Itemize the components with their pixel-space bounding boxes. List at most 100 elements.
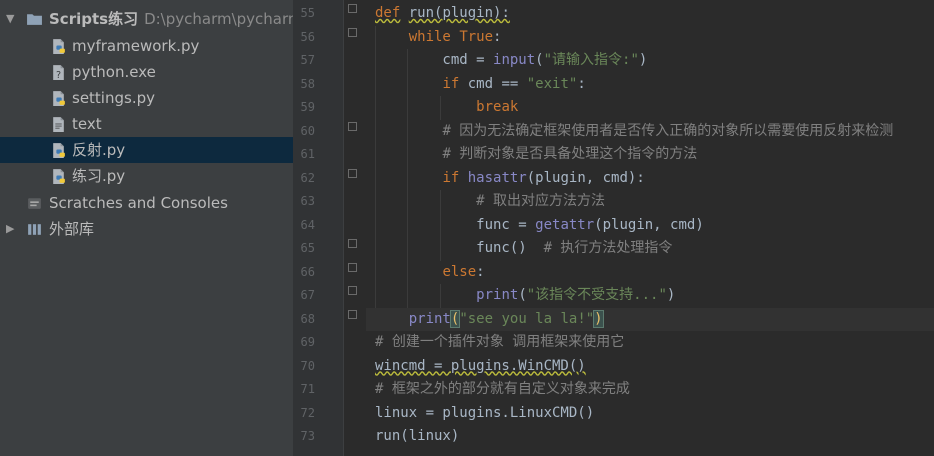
file-name: 反射.py: [72, 141, 126, 159]
code-token: def: [375, 5, 401, 21]
line-number: 71: [300, 382, 315, 396]
code-line[interactable]: break: [375, 96, 518, 120]
code-line[interactable]: linux = plugins.LinuxCMD(): [375, 402, 594, 426]
tree-file-item[interactable]: ? python.exe: [0, 59, 293, 85]
tree-item-scratches[interactable]: Scratches and Consoles: [0, 190, 293, 216]
code-token: func =: [375, 216, 536, 233]
code-line[interactable]: def run(plugin):: [375, 2, 510, 26]
fold-marker-icon[interactable]: [348, 121, 357, 131]
code-token: # 框架之外的部分就有自定义对象来完成: [375, 381, 630, 397]
code-line[interactable]: if hasattr(plugin, cmd):: [375, 167, 645, 191]
code-token: # 取出对应方法方法: [476, 193, 606, 209]
code-line[interactable]: # 因为无法确定框架使用者是否传入正确的对象所以需要使用反射来检测: [375, 120, 893, 144]
code-token: (plugin, cmd):: [526, 169, 645, 186]
project-tree[interactable]: ▼ Scripts练习 D:\pycharm\pycharmw myframewo…: [0, 0, 293, 456]
code-token: getattr: [535, 216, 595, 233]
code-token: hasattr: [467, 169, 527, 186]
code-token: wincmd = plugins.WinCMD(): [375, 357, 586, 374]
code-line[interactable]: # 取出对应方法方法: [375, 190, 605, 214]
line-number: 70: [300, 358, 315, 373]
code-line[interactable]: run(linux): [375, 425, 459, 449]
fold-marker-icon[interactable]: [348, 286, 357, 295]
python-file-icon: [53, 169, 65, 184]
code-token: input: [493, 52, 536, 68]
fold-marker-icon[interactable]: [348, 262, 357, 272]
line-number: 55: [300, 6, 315, 20]
line-number-gutter: 55 56 57 58 59 60 61 62 63 64 65 66 67 68 69 70 71 72 73: [293, 0, 344, 456]
code-line[interactable]: cmd = input("请输入指令:"): [375, 49, 647, 73]
code-line[interactable]: print("see you la la!"): [366, 307, 934, 331]
code-line[interactable]: if cmd == "exit":: [375, 73, 585, 97]
line-number: 58: [300, 76, 315, 91]
code-token: # 判断对象是否具备处理这个指令的方法: [442, 146, 698, 162]
fold-marker-icon[interactable]: [348, 4, 357, 13]
expand-arrow-icon[interactable]: ▼: [6, 6, 14, 32]
file-name: 练习.py: [72, 167, 126, 185]
code-token: run(plugin):: [408, 5, 510, 21]
code-line[interactable]: # 创建一个插件对象 调用框架来使用它: [375, 331, 624, 355]
code-token: (plugin, cmd): [594, 216, 704, 233]
fold-marker-icon[interactable]: [348, 27, 357, 37]
code-token: cmd ==: [459, 75, 527, 92]
unknown-file-icon: ?: [53, 65, 64, 81]
code-line[interactable]: while True:: [375, 26, 502, 50]
line-number: 61: [300, 147, 315, 161]
code-line[interactable]: func() # 执行方法处理指令: [375, 237, 672, 261]
tree-file-item[interactable]: myframework.py: [0, 33, 293, 59]
code-line[interactable]: print("该指令不受支持..."): [375, 284, 675, 308]
code-token: # 创建一个插件对象 调用框架来使用它: [375, 334, 625, 350]
code-line[interactable]: else:: [375, 261, 484, 285]
expand-arrow-icon[interactable]: ▶: [6, 216, 14, 242]
tree-file-item[interactable]: 练习.py: [0, 163, 293, 189]
python-file-icon: [53, 39, 65, 54]
code-token: ): [638, 52, 648, 68]
code-line[interactable]: # 判断对象是否具备处理这个指令的方法: [375, 143, 697, 167]
code-editor[interactable]: def run(plugin): while True: cmd = input…: [366, 0, 934, 456]
tree-file-item[interactable]: 反射.py: [0, 137, 293, 163]
code-token: "该指令不受支持...": [526, 287, 667, 303]
code-token: print: [408, 310, 451, 327]
code-token: else: [442, 263, 477, 280]
line-number: 67: [300, 288, 315, 302]
file-name: text: [72, 115, 102, 133]
code-line[interactable]: # 框架之外的部分就有自定义对象来完成: [375, 378, 630, 402]
fold-marker-icon[interactable]: [348, 168, 357, 178]
line-number: 63: [300, 194, 315, 208]
tree-file-item[interactable]: text: [0, 111, 293, 137]
code-token: run(linux): [375, 428, 460, 444]
tree-item-external-libs[interactable]: ▶ 外部库: [0, 216, 293, 242]
code-line[interactable]: wincmd = plugins.WinCMD(): [375, 355, 586, 379]
fold-marker-icon[interactable]: [348, 239, 357, 248]
code-token: "请输入指令:": [543, 52, 639, 68]
file-name: python.exe: [72, 63, 156, 81]
code-token: cmd =: [375, 52, 494, 68]
folder-icon: [27, 14, 42, 25]
project-name: Scripts练习: [49, 10, 139, 28]
tree-file-item[interactable]: settings.py: [0, 85, 293, 111]
svg-text:?: ?: [56, 70, 61, 81]
line-number: 73: [300, 429, 315, 443]
external-libs-label: 外部库: [49, 220, 95, 238]
file-name: settings.py: [72, 89, 155, 107]
code-token: :: [493, 28, 502, 45]
code-token: True: [459, 28, 494, 45]
code-token: # 执行方法处理指令: [543, 240, 673, 256]
line-number: 59: [300, 100, 315, 114]
fold-marker-icon[interactable]: [348, 309, 357, 319]
code-token: "see you la la!": [459, 310, 595, 327]
fold-gutter: [344, 0, 366, 456]
tree-root[interactable]: ▼ Scripts练习 D:\pycharm\pycharmw: [0, 6, 293, 32]
scratches-icon: [28, 198, 41, 209]
file-name: myframework.py: [72, 37, 200, 55]
code-line[interactable]: func = getattr(plugin, cmd): [375, 214, 704, 238]
python-file-icon: [53, 91, 65, 106]
line-number: 56: [300, 29, 315, 44]
